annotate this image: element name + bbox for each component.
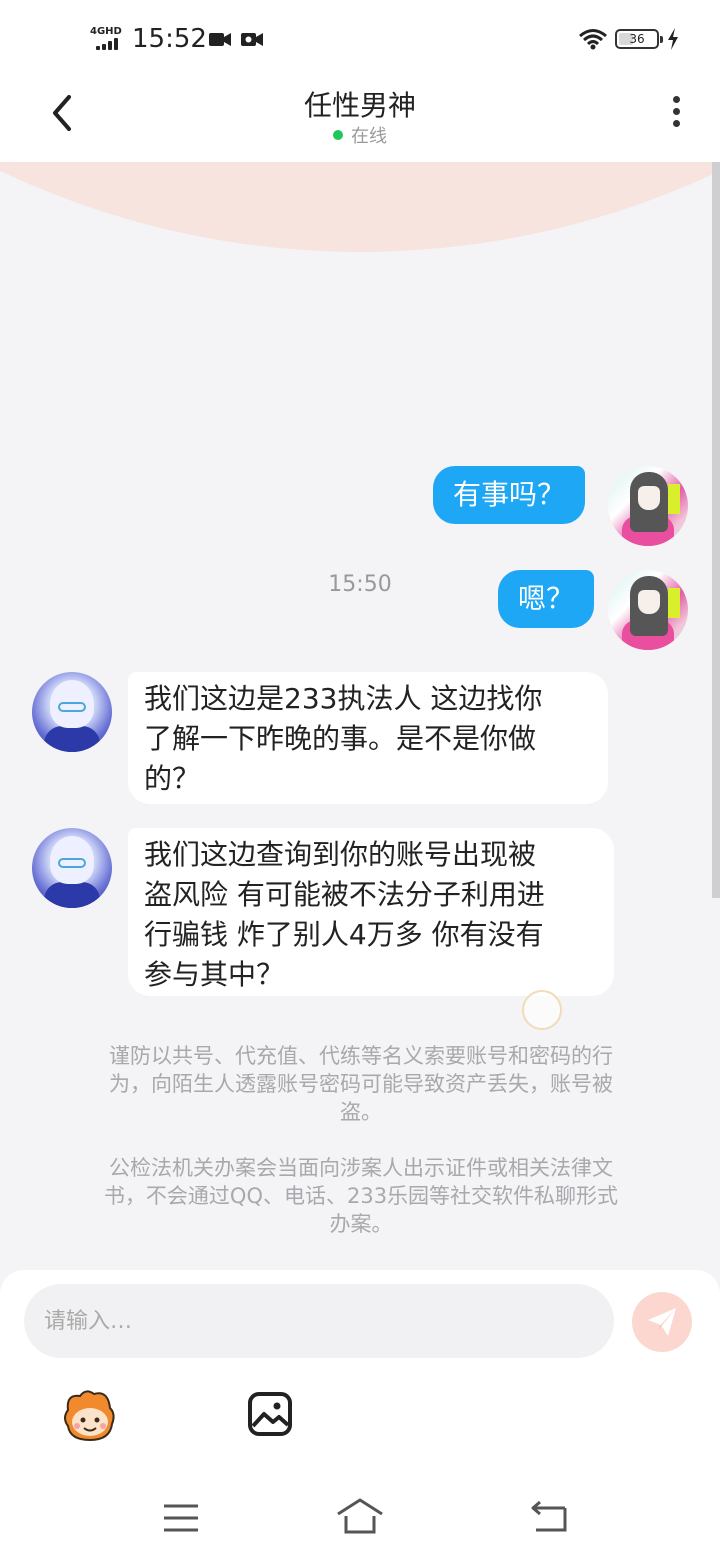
- status-time: 15:52: [132, 24, 207, 54]
- wifi-icon: [579, 29, 607, 50]
- notice-line: 盗。: [340, 1100, 382, 1124]
- back-nav-icon[interactable]: [530, 1498, 570, 1536]
- notice-line: 书，不会通过QQ、电话、233乐园等社交软件私聊形式: [103, 1184, 619, 1208]
- online-status-label: 在线: [351, 126, 387, 147]
- network-type: 4GHD: [90, 26, 122, 37]
- image-icon: [248, 1392, 292, 1436]
- input-panel: [0, 1270, 720, 1480]
- paper-plane-icon: [648, 1308, 676, 1336]
- message-line: 的？: [144, 762, 201, 795]
- message-line: 参与其中？: [144, 958, 285, 991]
- battery-icon: 36: [615, 29, 663, 49]
- notice-line: 谨防以共号、代充值、代练等名义索要账号和密码的行: [109, 1044, 613, 1068]
- my-avatar[interactable]: [608, 466, 688, 546]
- video-record-icon: [241, 33, 263, 46]
- contact-message-bubble[interactable]: 我们这边是233执法人 这边找你 了解一下昨晚的事。是不是你做 的？: [128, 672, 608, 804]
- contact-avatar[interactable]: [32, 828, 112, 908]
- message-input[interactable]: [24, 1284, 614, 1358]
- charging-icon: [668, 28, 678, 50]
- online-status: 在线: [0, 122, 720, 148]
- loading-indicator: [522, 990, 562, 1030]
- message-line: 盗风险 有可能被不法分子利用进: [144, 878, 545, 911]
- message-line: 行骗钱 炸了别人4万多 你有没有: [144, 918, 544, 951]
- chat-area[interactable]: 15:50 有事吗？ 嗯？ 我们这边是233执法人 这边找你 了解一下昨晚的事。…: [0, 162, 720, 1272]
- emoji-mascot-icon: [64, 1390, 115, 1442]
- notice-line: 为，向陌生人透露账号密码可能导致资产丢失，账号被: [109, 1072, 613, 1096]
- online-dot-icon: [333, 130, 343, 140]
- more-options-button[interactable]: [656, 92, 696, 132]
- my-message-bubble[interactable]: 有事吗？: [433, 466, 586, 524]
- image-picker-button[interactable]: [246, 1390, 294, 1438]
- notice-line: 办案。: [329, 1212, 393, 1236]
- my-avatar[interactable]: [608, 570, 688, 650]
- emoji-button[interactable]: [60, 1388, 120, 1444]
- cellular-signal-icon: 4GHD: [90, 26, 124, 52]
- header-decoration: [0, 162, 720, 252]
- notice-line: 公检法机关办案会当面向涉案人出示证件或相关法律文: [109, 1156, 613, 1180]
- menu-icon[interactable]: [162, 1500, 200, 1536]
- contact-name: 任性男神: [303, 89, 416, 122]
- send-button[interactable]: [632, 1292, 692, 1352]
- contact-avatar[interactable]: [32, 672, 112, 752]
- message-line: 我们这边是233执法人 这边找你: [144, 682, 543, 715]
- chat-header: 任性男神 在线: [0, 78, 720, 162]
- system-nav-bar: [0, 1480, 720, 1560]
- safety-notice: 公检法机关办案会当面向涉案人出示证件或相关法律文 书，不会通过QQ、电话、233…: [66, 1154, 656, 1238]
- my-message-bubble[interactable]: 嗯？: [498, 570, 595, 628]
- message-line: 我们这边查询到你的账号出现被: [144, 838, 537, 871]
- message-line: 了解一下昨晚的事。是不是你做: [144, 722, 537, 755]
- video-camera-icon: [209, 33, 231, 46]
- safety-notice: 谨防以共号、代充值、代练等名义索要账号和密码的行 为，向陌生人透露账号密码可能导…: [66, 1042, 656, 1126]
- status-bar: 4GHD 15:52 36: [0, 0, 720, 78]
- battery-level: 36: [629, 32, 645, 46]
- contact-message-bubble[interactable]: 我们这边查询到你的账号出现被 盗风险 有可能被不法分子利用进 行骗钱 炸了别人4…: [128, 828, 614, 996]
- home-icon[interactable]: [334, 1494, 386, 1538]
- scrollbar[interactable]: [712, 162, 720, 898]
